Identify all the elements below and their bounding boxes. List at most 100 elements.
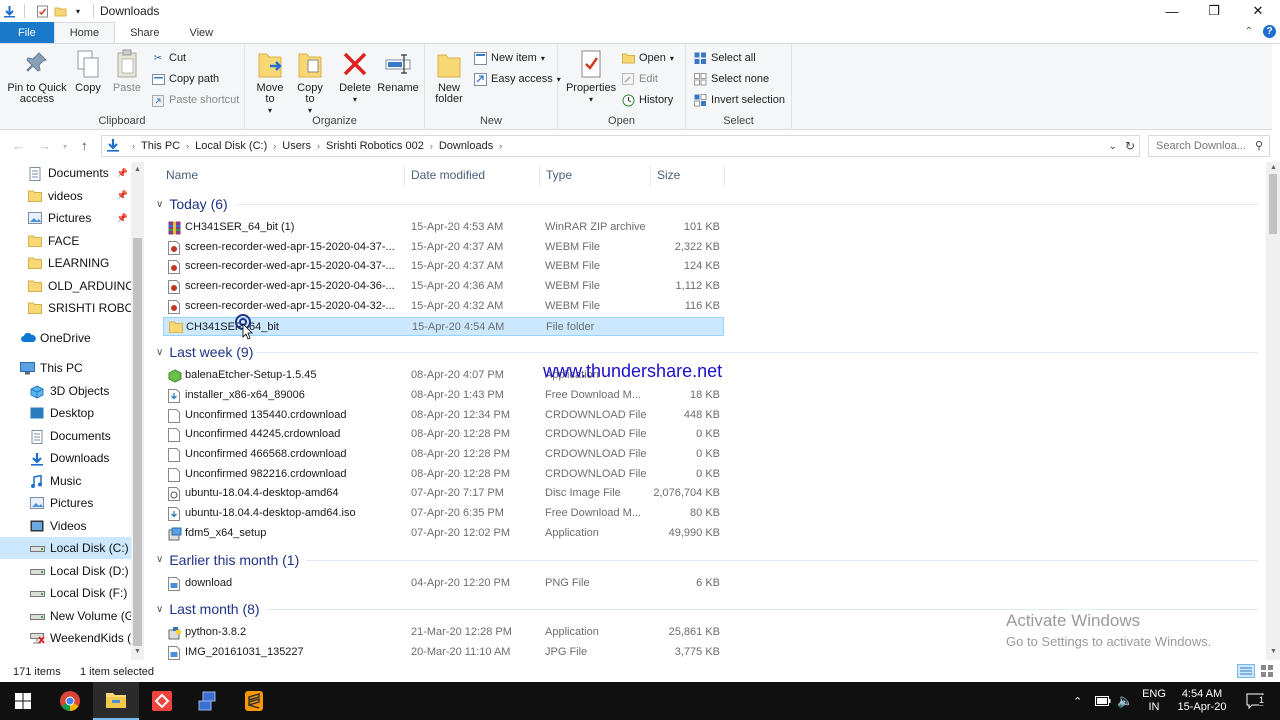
details-view-icon[interactable] bbox=[1237, 664, 1255, 681]
select-none-button[interactable]: Select none bbox=[693, 70, 769, 88]
scroll-down-icon[interactable]: ▼ bbox=[1270, 648, 1277, 655]
up-arrow-icon[interactable]: ↑ bbox=[81, 138, 88, 153]
clock[interactable]: 4:54 AM 15-Apr-20 bbox=[1174, 682, 1230, 720]
table-row[interactable]: Unconfirmed 982216.crdownload 08-Apr-20 … bbox=[163, 465, 724, 484]
address-bar[interactable]: › This PC › Local Disk (C:) › Users › Sr… bbox=[101, 135, 1140, 157]
paste-shortcut-button[interactable]: Paste shortcut bbox=[151, 91, 239, 109]
sublime-text-icon[interactable] bbox=[231, 682, 277, 720]
new-item-button[interactable]: New item ▾ bbox=[473, 49, 545, 67]
tab-file[interactable]: File bbox=[0, 22, 54, 43]
new-folder-button[interactable]: New folder bbox=[431, 48, 467, 105]
nav-item[interactable]: Local Disk (C:) bbox=[0, 537, 132, 559]
invert-selection-button[interactable]: Invert selection bbox=[693, 91, 785, 109]
nav-item[interactable]: This PC bbox=[0, 357, 132, 379]
customize-dropdown-icon[interactable]: ▾ bbox=[71, 4, 85, 18]
refresh-icon[interactable]: ↻ bbox=[1125, 139, 1135, 153]
chevron-right-icon[interactable]: › bbox=[186, 141, 189, 151]
chevron-down-icon[interactable]: ∨ bbox=[156, 554, 163, 565]
maximize-button[interactable]: ❐ bbox=[1192, 0, 1236, 22]
nav-item[interactable]: Videos bbox=[0, 515, 132, 537]
address-dropdown-icon[interactable]: ⌄ bbox=[1109, 141, 1117, 152]
file-explorer-icon[interactable] bbox=[93, 682, 139, 720]
folder-arrow-icon[interactable] bbox=[2, 4, 16, 18]
nav-item[interactable]: WeekendKids (\\ bbox=[0, 627, 132, 649]
breadcrumb-user[interactable]: Srishti Robotics 002 bbox=[326, 140, 424, 152]
tab-view[interactable]: View bbox=[174, 22, 228, 43]
column-size[interactable]: Size bbox=[657, 168, 680, 182]
chrome-icon[interactable] bbox=[47, 682, 93, 720]
table-row[interactable]: screen-recorder-wed-apr-15-2020-04-37-..… bbox=[163, 257, 724, 276]
large-icons-view-icon[interactable] bbox=[1260, 664, 1274, 681]
content-scrollbar-thumb[interactable] bbox=[1269, 174, 1277, 234]
table-row[interactable]: Unconfirmed 44245.crdownload 08-Apr-20 1… bbox=[163, 425, 724, 444]
search-input[interactable]: Search Downloa... ⚲ bbox=[1148, 135, 1270, 157]
nav-item[interactable]: Local Disk (D:) bbox=[0, 560, 132, 582]
nav-item[interactable]: Pictures bbox=[0, 492, 132, 514]
pin-icon[interactable]: 📌 bbox=[117, 213, 128, 224]
breadcrumb-local-disk[interactable]: Local Disk (C:) bbox=[195, 140, 267, 152]
breadcrumb-downloads[interactable]: Downloads bbox=[439, 140, 493, 152]
table-row[interactable]: IMG_20161031_135227 20-Mar-20 11:10 AM J… bbox=[163, 643, 724, 662]
scroll-up-icon[interactable]: ▲ bbox=[134, 166, 141, 173]
recent-locations-icon[interactable]: ▾ bbox=[63, 142, 67, 151]
table-row[interactable]: screen-recorder-wed-apr-15-2020-04-36-..… bbox=[163, 277, 724, 296]
edit-button[interactable]: Edit bbox=[621, 70, 658, 88]
nav-item[interactable]: OLD_ARDUINO_ bbox=[0, 275, 132, 297]
nav-item[interactable]: OneDrive bbox=[0, 327, 132, 349]
tab-home[interactable]: Home bbox=[53, 22, 116, 43]
input-language[interactable]: ENG IN bbox=[1141, 682, 1167, 720]
pin-to-quick-access-button[interactable]: Pin to Quick access bbox=[5, 48, 69, 105]
tab-share[interactable]: Share bbox=[115, 22, 174, 43]
nav-item[interactable]: Local Disk (F:) bbox=[0, 582, 132, 604]
pin-icon[interactable]: 📌 bbox=[117, 168, 128, 179]
content-scrollbar[interactable]: ▲ ▼ bbox=[1266, 162, 1280, 660]
nav-item[interactable]: Music bbox=[0, 470, 132, 492]
history-button[interactable]: History bbox=[621, 91, 673, 109]
breadcrumb-this-pc[interactable]: This PC bbox=[141, 140, 180, 152]
move-to-button[interactable]: Move to ▾ bbox=[253, 48, 287, 116]
cut-button[interactable]: ✂ Cut bbox=[151, 49, 186, 67]
copy-to-button[interactable]: Copy to ▾ bbox=[293, 48, 327, 116]
table-row[interactable]: python-3.8.2 21-Mar-20 12:28 PM Applicat… bbox=[163, 623, 724, 642]
volume-icon[interactable]: 🔈 bbox=[1117, 682, 1133, 720]
group-header[interactable]: ∨ Today (6) bbox=[156, 194, 228, 214]
anydesk-icon[interactable] bbox=[139, 682, 185, 720]
easy-access-button[interactable]: Easy access ▾ bbox=[473, 70, 561, 88]
help-icon[interactable]: ? bbox=[1263, 25, 1276, 38]
chevron-right-icon[interactable]: › bbox=[499, 141, 502, 151]
select-all-button[interactable]: Select all bbox=[693, 49, 756, 67]
chevron-right-icon[interactable]: › bbox=[273, 141, 276, 151]
nav-scrollbar[interactable]: ▲ ▼ bbox=[131, 162, 144, 660]
properties-icon[interactable] bbox=[35, 4, 49, 18]
nav-item[interactable]: New Volume (G: bbox=[0, 605, 132, 627]
chevron-down-icon[interactable]: ∨ bbox=[156, 347, 163, 358]
group-header[interactable]: ∨ Earlier this month (1) bbox=[156, 550, 299, 570]
table-row[interactable]: ubuntu-18.04.4-desktop-amd64.iso 07-Apr-… bbox=[163, 504, 724, 523]
table-row[interactable]: screen-recorder-wed-apr-15-2020-04-32-..… bbox=[163, 297, 724, 316]
nav-item[interactable]: Documents 📌 bbox=[0, 162, 132, 184]
nav-item[interactable]: Documents bbox=[0, 425, 132, 447]
table-row[interactable]: Unconfirmed 135440.crdownload 08-Apr-20 … bbox=[163, 406, 724, 425]
breadcrumb-users[interactable]: Users bbox=[282, 140, 311, 152]
scroll-down-icon[interactable]: ▼ bbox=[134, 648, 141, 655]
table-row[interactable]: fdm5_x64_setup 07-Apr-20 12:02 PM Applic… bbox=[163, 524, 724, 543]
column-type[interactable]: Type bbox=[546, 168, 572, 182]
delete-button[interactable]: Delete ▾ bbox=[337, 48, 373, 105]
nav-item[interactable]: FACE bbox=[0, 230, 132, 252]
start-button[interactable] bbox=[0, 682, 46, 720]
nav-item[interactable]: Downloads bbox=[0, 447, 132, 469]
network-app-icon[interactable] bbox=[185, 682, 231, 720]
column-name[interactable]: Name bbox=[166, 168, 198, 182]
nav-scrollbar-thumb[interactable] bbox=[133, 238, 142, 646]
action-center-icon[interactable]: 1 bbox=[1240, 682, 1270, 720]
rename-button[interactable]: Rename bbox=[377, 48, 419, 94]
group-header[interactable]: ∨ Last month (8) bbox=[156, 599, 260, 619]
nav-item[interactable]: 3D Objects bbox=[0, 380, 132, 402]
battery-icon[interactable] bbox=[1095, 682, 1111, 720]
chevron-right-icon[interactable]: › bbox=[430, 141, 433, 151]
close-button[interactable]: ✕ bbox=[1236, 0, 1280, 22]
table-row[interactable]: CH341SER_64_bit (1) 15-Apr-20 4:53 AM Wi… bbox=[163, 218, 724, 237]
table-row[interactable]: Unconfirmed 466568.crdownload 08-Apr-20 … bbox=[163, 445, 724, 464]
back-arrow-icon[interactable]: ← bbox=[12, 138, 25, 153]
group-header[interactable]: ∨ Last week (9) bbox=[156, 342, 253, 362]
